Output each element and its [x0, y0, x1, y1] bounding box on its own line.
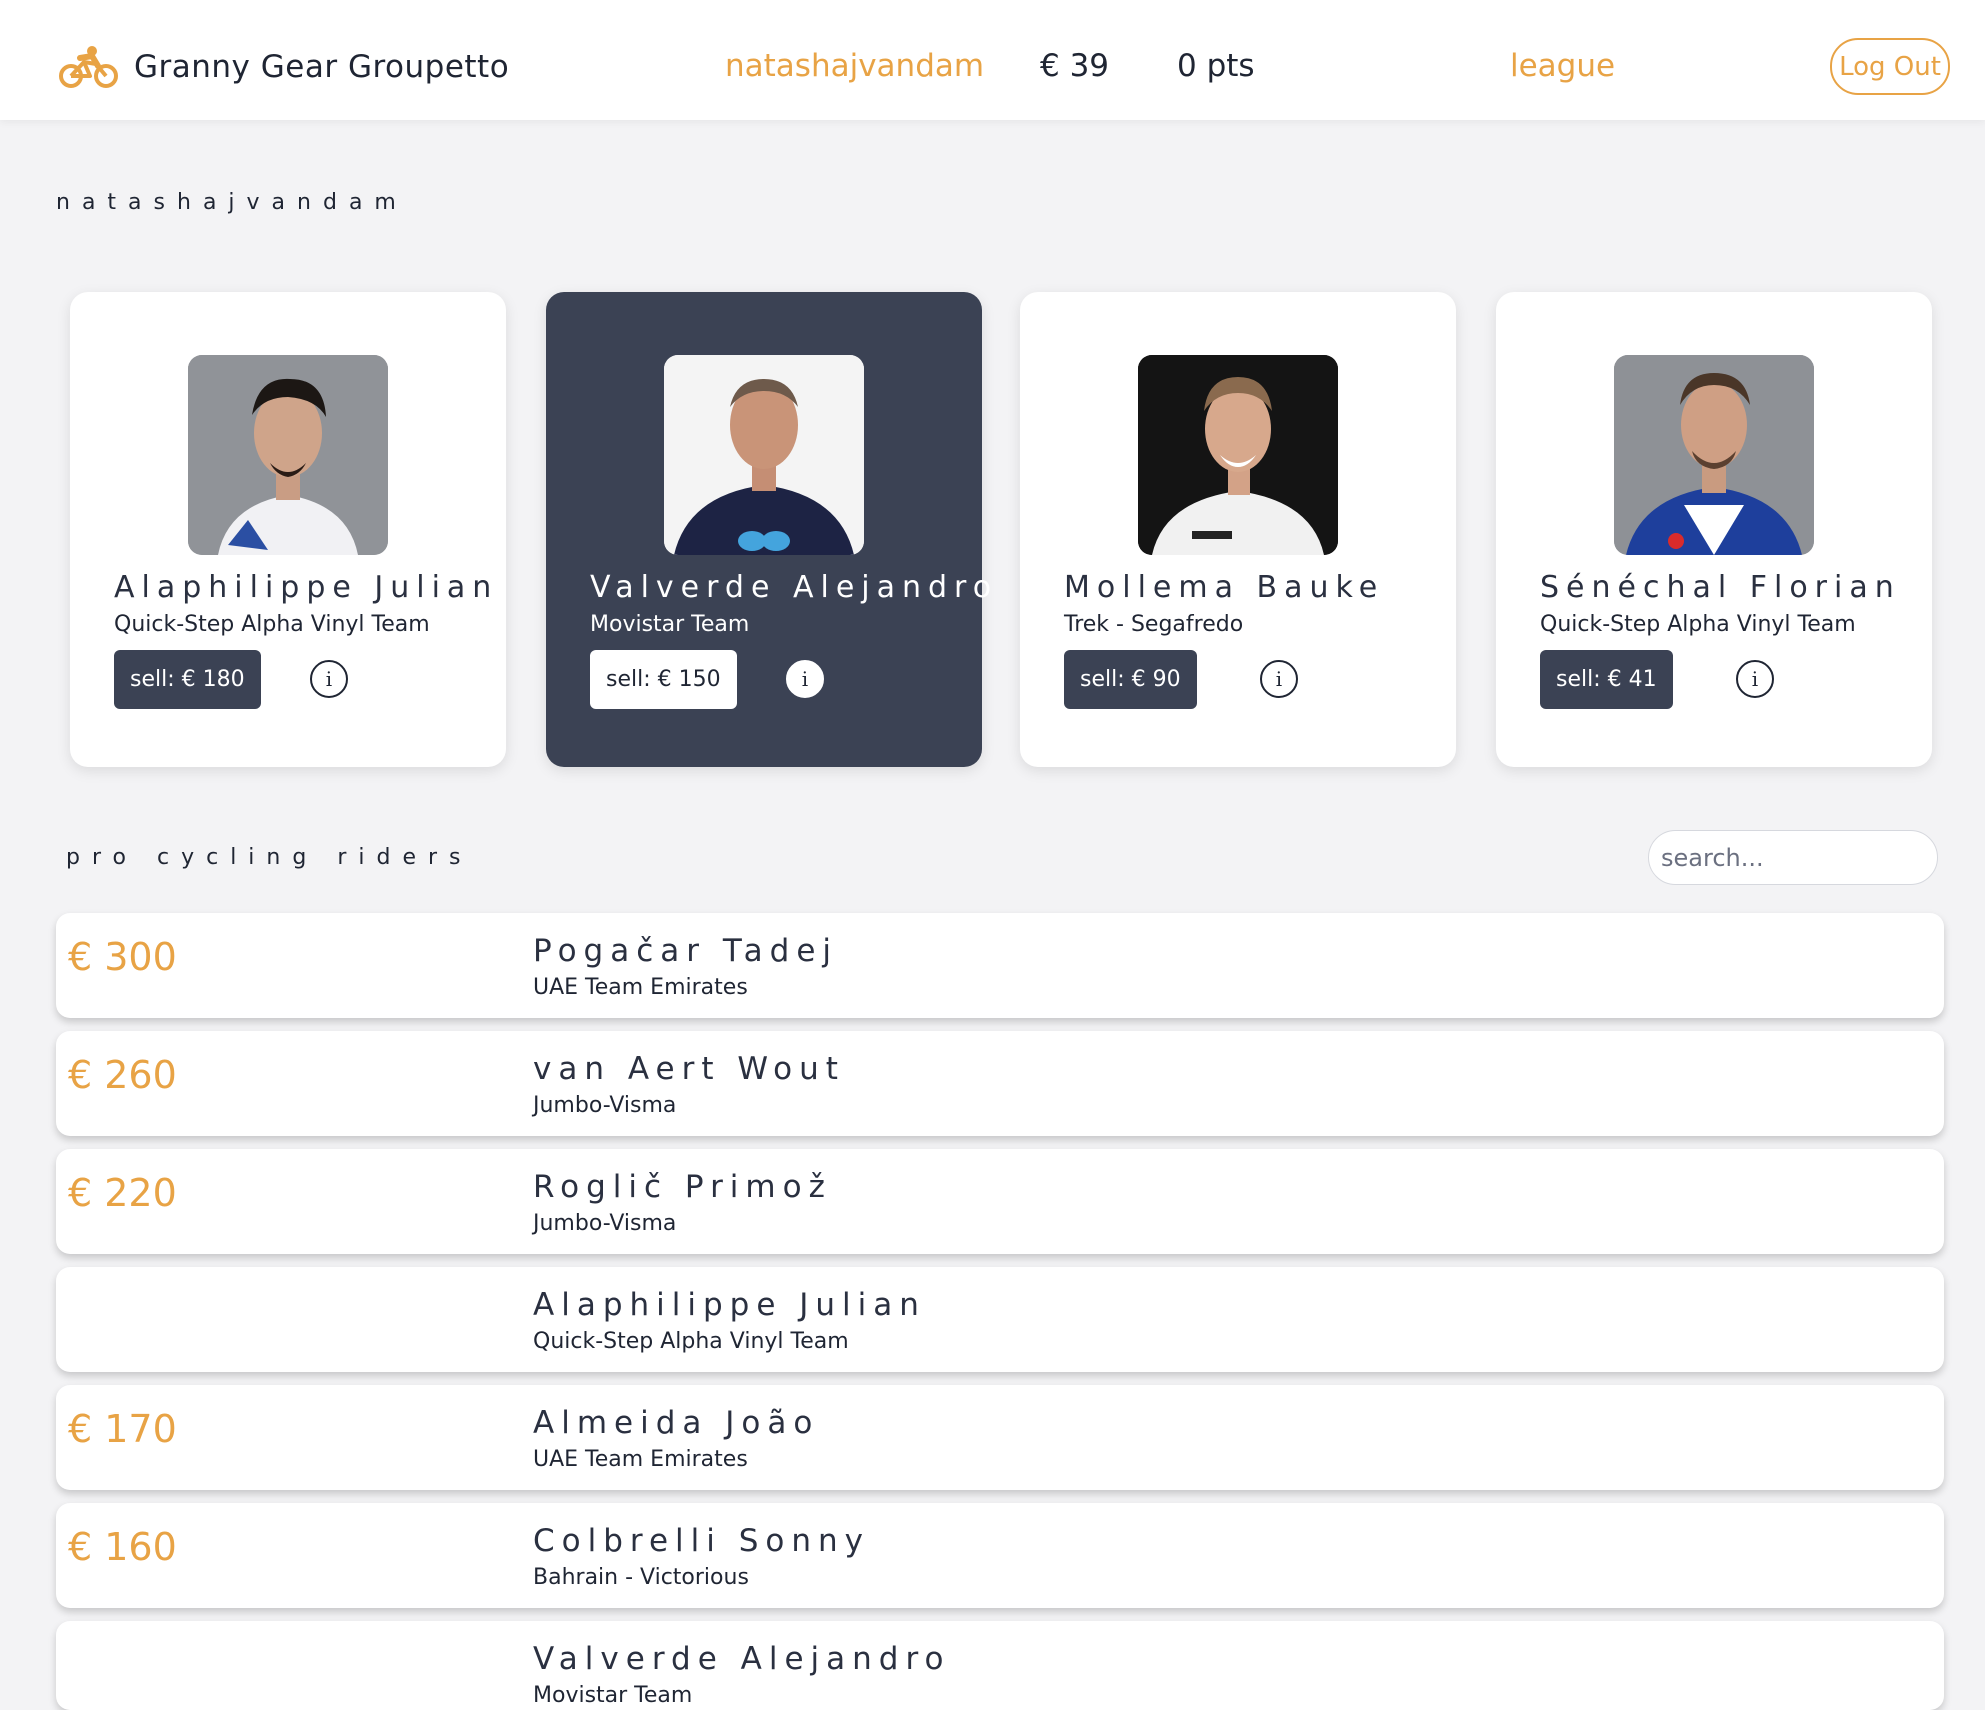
rider-portrait-icon	[664, 355, 864, 555]
pro-riders-title: pro cycling riders	[66, 845, 473, 870]
rider-row[interactable]: € 260 van Aert Wout Jumbo-Visma	[56, 1031, 1944, 1136]
rider-price: € 170	[68, 1407, 177, 1451]
rider-name: Valverde Alejandro	[590, 570, 999, 605]
rider-price: € 220	[68, 1171, 177, 1215]
rider-row[interactable]: € 220 Roglič Primož Jumbo-Visma	[56, 1149, 1944, 1254]
rider-name: Mollema Bauke	[1064, 570, 1385, 605]
rider-row[interactable]: € 160 Colbrelli Sonny Bahrain - Victorio…	[56, 1503, 1944, 1608]
sell-button[interactable]: sell: € 90	[1064, 650, 1197, 709]
rider-name: Colbrelli Sonny	[533, 1523, 871, 1559]
rider-team: UAE Team Emirates	[533, 1447, 748, 1472]
rider-photo	[1614, 355, 1814, 555]
rider-portrait-icon	[188, 355, 388, 555]
rider-team: Jumbo-Visma	[533, 1093, 677, 1118]
rider-team: Movistar Team	[533, 1683, 693, 1708]
rider-row[interactable]: € 300 Pogačar Tadej UAE Team Emirates	[56, 913, 1944, 1018]
rider-row[interactable]: Alaphilippe Julian Quick-Step Alpha Viny…	[56, 1267, 1944, 1372]
top-navbar: Granny Gear Groupetto natashajvandam € 3…	[0, 0, 1985, 120]
nav-league-link[interactable]: league	[1510, 48, 1615, 84]
rider-name: Alaphilippe Julian	[114, 570, 499, 605]
rider-portrait-icon	[1138, 355, 1338, 555]
rider-name: Roglič Primož	[533, 1169, 832, 1205]
rider-name: Pogačar Tadej	[533, 933, 839, 969]
rider-team: Quick-Step Alpha Vinyl Team	[533, 1329, 849, 1354]
rider-team: Quick-Step Alpha Vinyl Team	[1540, 612, 1856, 637]
brand[interactable]: Granny Gear Groupetto	[58, 44, 509, 90]
rider-team: Bahrain - Victorious	[533, 1565, 749, 1590]
rider-team: Quick-Step Alpha Vinyl Team	[114, 612, 430, 637]
app-viewport: Granny Gear Groupetto natashajvandam € 3…	[0, 0, 1985, 1710]
logout-button[interactable]: Log Out	[1830, 38, 1950, 95]
rider-name: Almeida João	[533, 1405, 820, 1441]
rider-team: Movistar Team	[590, 612, 750, 637]
search-input[interactable]	[1648, 830, 1938, 885]
cyclist-logo-icon	[59, 46, 118, 88]
nav-username-link[interactable]: natashajvandam	[725, 48, 984, 84]
brand-name: Granny Gear Groupetto	[134, 49, 510, 85]
team-card-valverde[interactable]: Valverde Alejandro Movistar Team sell: €…	[546, 292, 991, 767]
sell-button[interactable]: sell: € 150	[590, 650, 737, 709]
rider-row[interactable]: Valverde Alejandro Movistar Team	[56, 1621, 1944, 1710]
info-icon[interactable]: i	[310, 660, 348, 698]
rider-team: UAE Team Emirates	[533, 975, 748, 1000]
info-icon[interactable]: i	[786, 660, 824, 698]
my-team-cards: Alaphilippe Julian Quick-Step Alpha Viny…	[70, 292, 1932, 767]
team-card-senechal[interactable]: Sénéchal Florian Quick-Step Alpha Vinyl …	[1496, 292, 1932, 767]
rider-photo	[664, 355, 864, 555]
rider-name: Sénéchal Florian	[1540, 570, 1901, 605]
info-icon[interactable]: i	[1260, 660, 1298, 698]
rider-price: € 160	[68, 1525, 177, 1569]
rider-price: € 300	[68, 935, 177, 979]
team-card-mollema[interactable]: Mollema Bauke Trek - Segafredo sell: € 9…	[1020, 292, 1456, 767]
rider-portrait-icon	[1614, 355, 1814, 555]
sell-button[interactable]: sell: € 41	[1540, 650, 1673, 709]
rider-name: Valverde Alejandro	[533, 1641, 951, 1677]
team-owner-title: natashajvandam	[56, 190, 408, 215]
rider-photo	[188, 355, 388, 555]
rider-team: Jumbo-Visma	[533, 1211, 677, 1236]
info-icon[interactable]: i	[1736, 660, 1774, 698]
team-card-alaphilippe[interactable]: Alaphilippe Julian Quick-Step Alpha Viny…	[70, 292, 506, 767]
rider-price: € 260	[68, 1053, 177, 1097]
budget-display: € 39	[1040, 48, 1110, 84]
sell-button[interactable]: sell: € 180	[114, 650, 261, 709]
rider-row[interactable]: € 170 Almeida João UAE Team Emirates	[56, 1385, 1944, 1490]
rider-team: Trek - Segafredo	[1064, 612, 1244, 637]
rider-photo	[1138, 355, 1338, 555]
rider-name: van Aert Wout	[533, 1051, 845, 1087]
points-display: 0 pts	[1177, 48, 1255, 84]
rider-name: Alaphilippe Julian	[533, 1287, 926, 1323]
